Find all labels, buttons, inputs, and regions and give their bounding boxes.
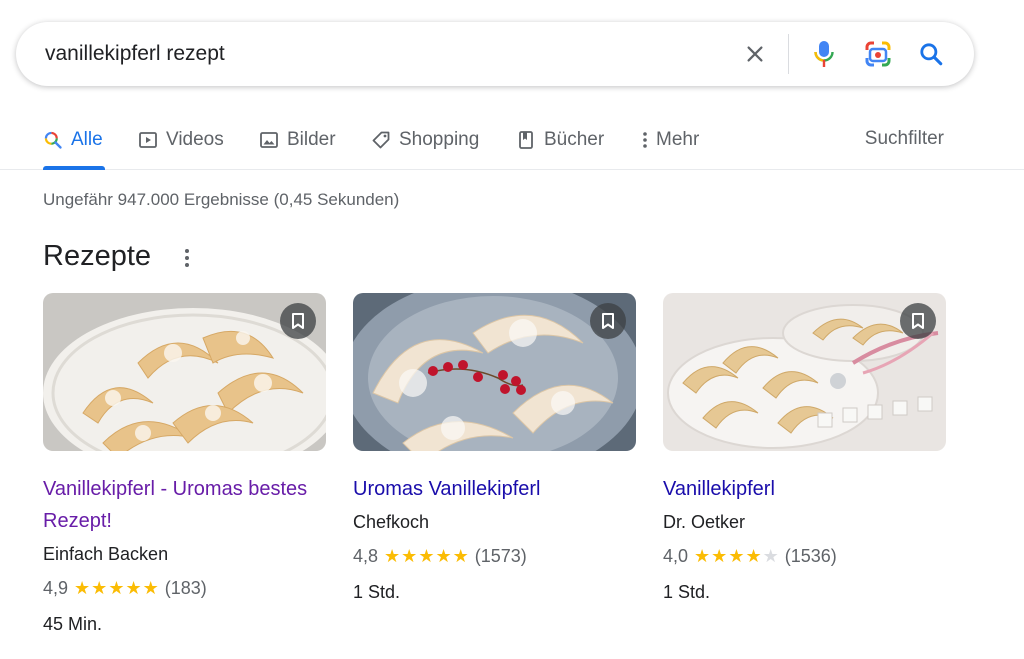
book-icon [516, 130, 536, 150]
star-rating-icon: ★ ★ ★ ★ ★ [74, 578, 159, 598]
recipe-title-link[interactable]: Uromas Vanillekipferl [353, 473, 636, 505]
image-icon [259, 130, 279, 150]
tab-shopping[interactable]: Shopping [371, 128, 479, 152]
search-tabs: Alle Videos Bilder Shopping Bücher Mehr … [0, 110, 1024, 170]
recipe-card[interactable]: Uromas Vanillekipferl Chefkoch 4,8 ★ ★ ★ ★ ★… [353, 293, 636, 603]
recipe-card[interactable]: Vanillekipferl Dr. Oetker 4,0 ★ ★ ★ ★ ★ (153… [663, 293, 946, 603]
recipe-rating: 4,0 ★ ★ ★ ★ ★ (1536) [663, 545, 946, 567]
clear-icon[interactable] [739, 38, 771, 70]
section-title: Rezepte [43, 240, 152, 272]
search-bar[interactable]: vanillekipferl rezept [16, 22, 974, 86]
recipe-source: Einfach Backen [43, 544, 169, 564]
recipe-image[interactable] [43, 293, 326, 451]
recipe-time: 1 Std. [353, 582, 401, 602]
recipe-time: 1 Std. [663, 582, 711, 602]
recipe-title-link[interactable]: Vanillekipferl [663, 473, 946, 505]
review-count: (183) [164, 578, 207, 598]
review-count: (1536) [784, 546, 837, 566]
bookmark-icon[interactable] [590, 303, 626, 339]
tab-label: Bücher [544, 129, 605, 150]
star-rating-icon: ★ ★ ★ ★ ★ [694, 546, 779, 566]
recipe-title-link[interactable]: Vanillekipferl - Uromas bestes Rezept! [43, 473, 326, 537]
search-icon[interactable] [915, 38, 947, 70]
tab-bilder[interactable]: Bilder [259, 128, 336, 152]
recipe-rating: 4,8 ★ ★ ★ ★ ★ (1573) [353, 545, 636, 567]
result-stats: Ungefähr 947.000 Ergebnisse (0,45 Sekund… [43, 190, 400, 209]
tab-label: Videos [166, 129, 224, 150]
tab-alle[interactable]: Alle [43, 128, 103, 152]
review-count: (1573) [474, 546, 527, 566]
tab-label: Mehr [656, 129, 700, 150]
recipe-image[interactable] [353, 293, 636, 451]
bookmark-icon[interactable] [280, 303, 316, 339]
search-input[interactable]: vanillekipferl rezept [45, 42, 225, 66]
tab-videos[interactable]: Videos [138, 128, 224, 152]
tab-label: Alle [71, 129, 103, 150]
search-multicolor-icon [43, 130, 63, 150]
recipe-source: Dr. Oetker [663, 512, 746, 532]
video-icon [138, 130, 158, 150]
recipe-rating: 4,9 ★ ★ ★ ★ ★ (183) [43, 577, 326, 599]
rating-value: 4,8 [353, 546, 379, 566]
tab-mehr[interactable]: Mehr [640, 128, 699, 152]
tab-buecher[interactable]: Bücher [516, 128, 604, 152]
star-rating-icon: ★ ★ ★ ★ ★ [384, 546, 469, 566]
section-more-icon[interactable] [177, 246, 197, 270]
bookmark-icon[interactable] [900, 303, 936, 339]
recipe-card[interactable]: Vanillekipferl - Uromas bestes Rezept! E… [43, 293, 326, 635]
rating-value: 4,9 [43, 578, 69, 598]
tab-label: Bilder [287, 129, 336, 150]
active-tab-indicator [43, 166, 105, 170]
search-divider [788, 34, 789, 74]
search-filters-button[interactable]: Suchfilter [865, 128, 944, 150]
camera-lens-icon[interactable] [862, 38, 894, 70]
microphone-icon[interactable] [808, 38, 840, 70]
recipe-time: 45 Min. [43, 614, 103, 634]
tab-label: Shopping [399, 129, 480, 150]
more-vert-icon [640, 130, 650, 150]
recipe-image[interactable] [663, 293, 946, 451]
tag-icon [371, 130, 391, 150]
rating-value: 4,0 [663, 546, 689, 566]
recipe-source: Chefkoch [353, 512, 430, 532]
